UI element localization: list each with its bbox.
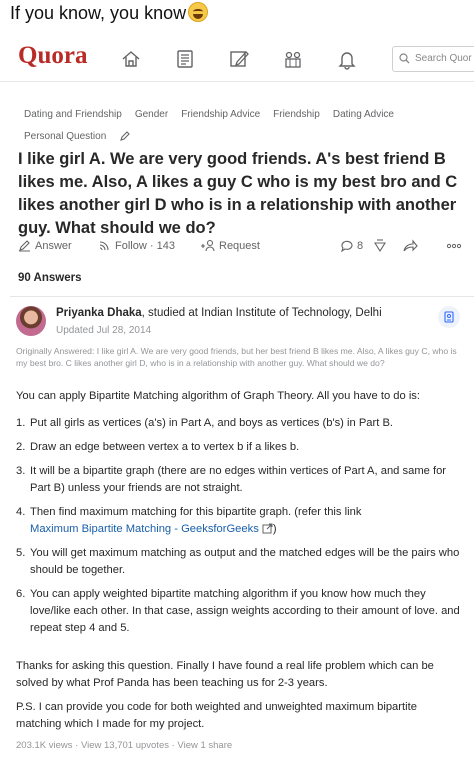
- step-number: 2.: [16, 441, 26, 453]
- geeksforgeeks-link[interactable]: Maximum Bipartite Matching - GeeksforGee…: [30, 523, 259, 535]
- laughing-face-emoji-icon: [188, 2, 209, 22]
- answers-count: 90 Answers: [18, 272, 82, 284]
- comments-button[interactable]: 8: [340, 239, 364, 253]
- follow-rss-icon: [99, 241, 109, 251]
- topic-dating-advice[interactable]: Dating Advice: [333, 109, 394, 120]
- follow-author-icon: [444, 311, 454, 323]
- answer-steps-list: 1. Put all girls as vertices (a's) in Par…: [16, 415, 466, 644]
- step-text: Then find maximum matching for this bipa…: [30, 506, 362, 518]
- spaces-icon[interactable]: [282, 48, 304, 70]
- answer-intro: You can apply Bipartite Matching algorit…: [16, 390, 421, 402]
- list-item: 5. You will get maximum matching as outpu…: [16, 545, 466, 579]
- question-title[interactable]: I like girl A. We are very good friends.…: [18, 148, 466, 240]
- step-text: Draw an edge between vertex a to vertex …: [30, 441, 300, 453]
- answer-label: Answer: [35, 240, 72, 252]
- answer-updated-date: Updated Jul 28, 2014: [56, 325, 152, 336]
- quora-logo[interactable]: Quora: [18, 42, 87, 70]
- step-number: 5.: [16, 547, 26, 559]
- step-text: Put all girls as vertices (a's) in Part …: [30, 417, 394, 429]
- edit-topics-pencil-icon[interactable]: [119, 130, 131, 142]
- author-line: Priyanka Dhaka, studied at Indian Instit…: [56, 307, 382, 319]
- list-item: 6. You can apply weighted bipartite match…: [16, 586, 466, 637]
- follow-author-button[interactable]: [438, 306, 460, 328]
- author-avatar[interactable]: [16, 306, 46, 336]
- answer-feed-icon[interactable]: [174, 48, 196, 70]
- comment-bubble-icon: [340, 240, 353, 253]
- list-item: 1. Put all girls as vertices (a's) in Par…: [16, 415, 466, 432]
- request-button[interactable]: Request: [200, 239, 260, 252]
- step-number: 6.: [16, 588, 26, 600]
- topic-friendship-advice[interactable]: Friendship Advice: [181, 109, 260, 120]
- quora-header: Quora Search Quor: [0, 34, 474, 82]
- write-icon[interactable]: [228, 48, 250, 70]
- follow-label: Follow: [115, 240, 147, 252]
- divider: [10, 296, 474, 297]
- step-text: You can apply weighted bipartite matchin…: [30, 588, 460, 634]
- answer-ps: P.S. I can provide you code for both wei…: [16, 701, 417, 730]
- list-item: 4. Then find maximum matching for this bi…: [16, 504, 466, 538]
- external-link-icon[interactable]: [262, 523, 273, 534]
- step-text: It will be a bipartite graph (there are …: [30, 465, 447, 494]
- request-label: Request: [219, 240, 260, 252]
- comments-count: 8: [357, 240, 364, 252]
- answer-stats[interactable]: 203.1K views · View 13,701 upvotes · Vie…: [16, 740, 232, 751]
- request-person-plus-icon: [201, 239, 215, 252]
- topic-gender[interactable]: Gender: [135, 109, 168, 120]
- step-text: You will get maximum matching as output …: [30, 547, 460, 576]
- follow-count: 143: [156, 240, 175, 252]
- answer-pencil-icon: [19, 240, 30, 252]
- topic-personal-question[interactable]: Personal Question: [24, 131, 106, 142]
- list-item: 2. Draw an edge between vertex a to verte…: [16, 439, 466, 456]
- more-options-icon[interactable]: [446, 239, 462, 253]
- search-icon: [399, 53, 410, 64]
- answer-button[interactable]: Answer: [18, 239, 72, 252]
- share-arrow-icon[interactable]: [402, 239, 418, 253]
- topic-dating-and-friendship[interactable]: Dating and Friendship: [24, 109, 122, 120]
- topic-friendship[interactable]: Friendship: [273, 109, 320, 120]
- topic-list: Dating and Friendship Gender Friendship Ad…: [24, 104, 464, 148]
- list-item: 3. It will be a bipartite graph (there ar…: [16, 463, 466, 497]
- author-credential: , studied at Indian Institute of Technol…: [141, 307, 382, 319]
- step-number: 3.: [16, 465, 26, 477]
- search-placeholder: Search Quor: [415, 53, 472, 64]
- downvote-icon[interactable]: [372, 239, 388, 253]
- originally-answered: Originally Answered: I like girl A. We a…: [16, 346, 457, 368]
- notifications-icon[interactable]: [336, 48, 358, 70]
- author-name[interactable]: Priyanka Dhaka: [56, 307, 142, 319]
- post-caption: If you know, you know: [10, 2, 209, 24]
- step-number: 4.: [16, 506, 26, 518]
- step-number: 1.: [16, 417, 26, 429]
- caption-text: If you know, you know: [10, 3, 187, 23]
- search-input[interactable]: Search Quor: [392, 46, 474, 72]
- follow-question-button[interactable]: Follow · 143: [98, 239, 175, 252]
- home-icon[interactable]: [120, 48, 142, 70]
- step-text-end: ): [272, 523, 277, 535]
- answer-thanks: Thanks for asking this question. Finally…: [16, 660, 434, 689]
- question-actions: Answer Follow · 143 Request 8: [18, 239, 464, 257]
